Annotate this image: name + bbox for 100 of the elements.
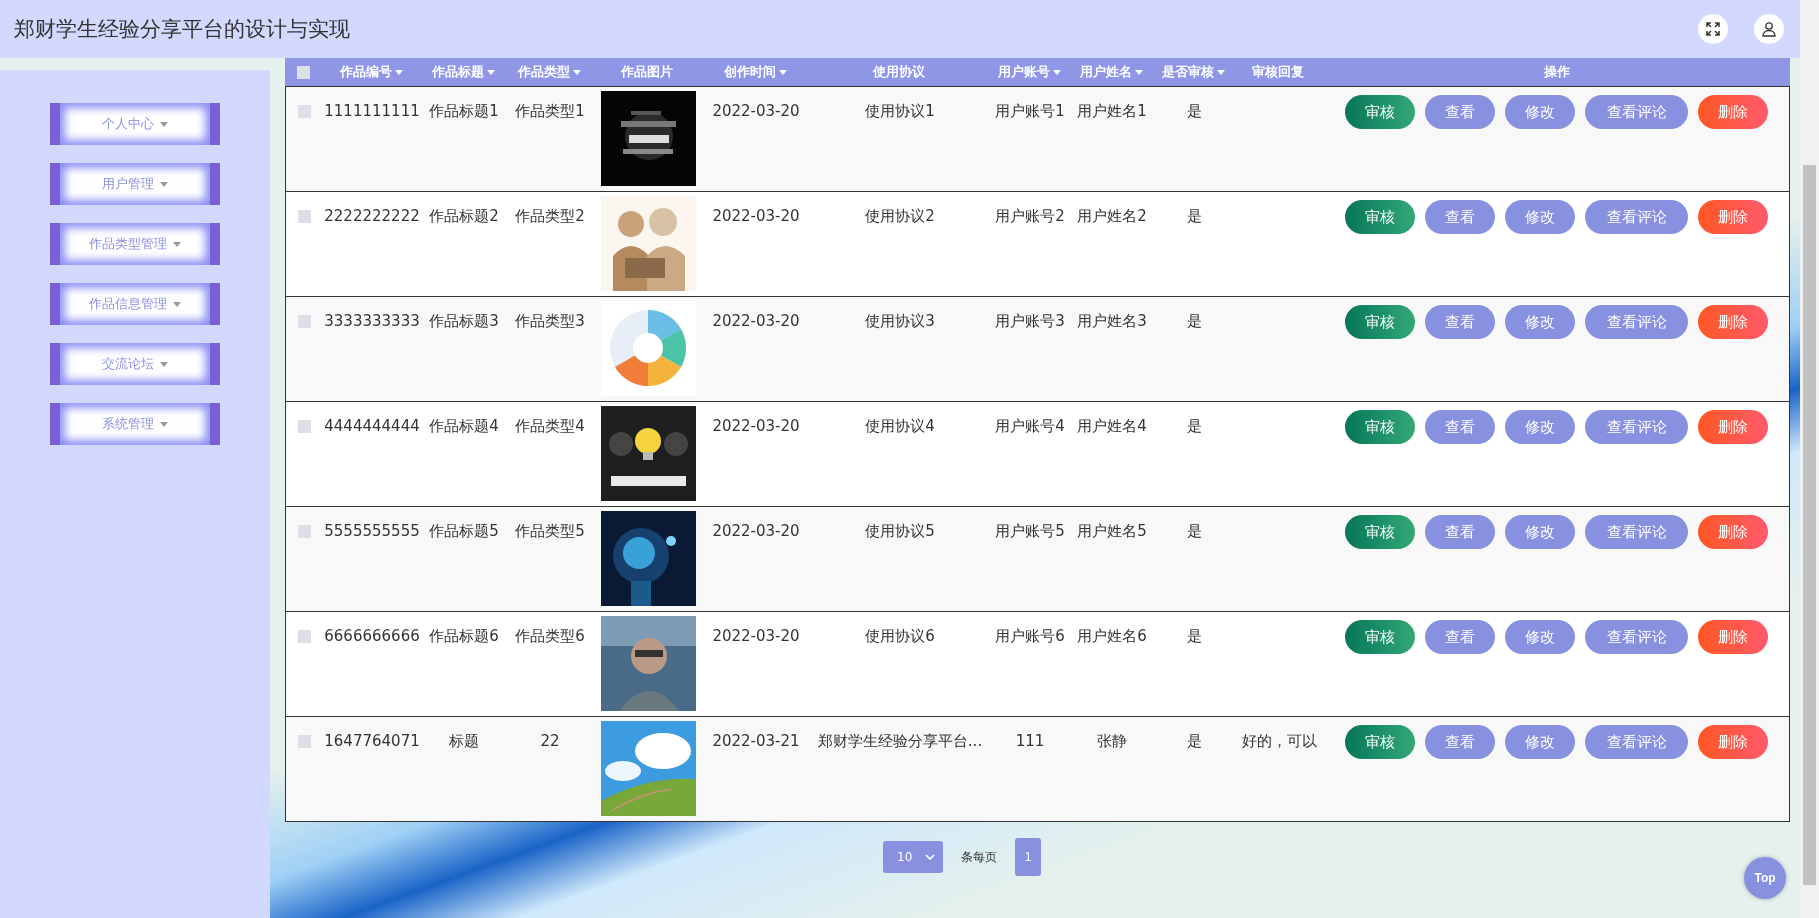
page-button[interactable]: 1 — [1015, 838, 1041, 876]
column-header: 操作 — [1542, 63, 1571, 81]
review-button[interactable]: 审核 — [1345, 305, 1415, 339]
table-cell-text: 2022-03-20 — [711, 521, 801, 542]
row-checkbox[interactable] — [297, 525, 311, 538]
delete-button[interactable]: 删除 — [1698, 620, 1768, 654]
sidebar-menu-item[interactable]: 用户管理 — [50, 163, 220, 205]
table-cell-text: 2022-03-20 — [711, 206, 801, 227]
table-cell-text: 2022-03-20 — [711, 416, 801, 437]
action-button[interactable]: 查看评论 — [1585, 200, 1688, 234]
caret-icon — [160, 361, 168, 367]
action-button[interactable]: 查看 — [1425, 410, 1495, 444]
table-cell-text: 作品类型2 — [514, 206, 586, 227]
scrollbar[interactable] — [1800, 0, 1819, 918]
review-button[interactable]: 审核 — [1345, 200, 1415, 234]
row-checkbox[interactable] — [297, 420, 311, 433]
action-button[interactable]: 查看评论 — [1585, 620, 1688, 654]
column-header: 作品图片 — [619, 63, 674, 81]
select-all-checkbox[interactable] — [296, 65, 310, 79]
table-cell-text: 是 — [1185, 416, 1203, 437]
review-button[interactable]: 审核 — [1345, 515, 1415, 549]
fullscreen-icon[interactable] — [1698, 14, 1728, 44]
sidebar-menu-item[interactable]: 作品类型管理 — [50, 223, 220, 265]
action-button[interactable]: 查看评论 — [1585, 305, 1688, 339]
column-header[interactable]: 作品类型 — [505, 63, 593, 81]
column-header[interactable]: 用户账号 — [989, 63, 1069, 81]
table-cell-text: 使用协议2 — [864, 206, 936, 227]
action-button[interactable]: 查看评论 — [1585, 410, 1688, 444]
column-header[interactable]: 创作时间 — [701, 63, 809, 81]
user-icon[interactable] — [1754, 14, 1784, 44]
column-header[interactable]: 作品编号 — [321, 63, 421, 81]
table-cell-text: 用户姓名6 — [1076, 626, 1148, 647]
review-button[interactable]: 审核 — [1345, 620, 1415, 654]
action-button[interactable]: 修改 — [1505, 200, 1575, 234]
row-checkbox[interactable] — [297, 105, 311, 118]
column-header[interactable]: 用户姓名 — [1069, 63, 1153, 81]
table-cell-text: 作品标题6 — [428, 626, 500, 647]
table-cell-text: 使用协议4 — [864, 416, 936, 437]
action-button[interactable]: 修改 — [1505, 725, 1575, 759]
action-button[interactable]: 查看评论 — [1585, 95, 1688, 129]
row-checkbox[interactable] — [297, 630, 311, 643]
caret-icon — [173, 241, 181, 247]
action-button[interactable]: 修改 — [1505, 410, 1575, 444]
chevron-down-icon — [925, 854, 935, 860]
delete-button[interactable]: 删除 — [1698, 305, 1768, 339]
row-checkbox[interactable] — [297, 735, 311, 748]
table-cell-text: 是 — [1185, 311, 1203, 332]
action-button[interactable]: 修改 — [1505, 620, 1575, 654]
action-button[interactable]: 查看 — [1425, 95, 1495, 129]
table-cell-text: 是 — [1185, 101, 1203, 122]
caret-icon — [173, 301, 181, 307]
sidebar-menu-item[interactable]: 系统管理 — [50, 403, 220, 445]
sidebar-menu-item[interactable]: 交流论坛 — [50, 343, 220, 385]
action-button[interactable]: 查看评论 — [1585, 725, 1688, 759]
review-button[interactable]: 审核 — [1345, 95, 1415, 129]
table-cell-text: 是 — [1185, 731, 1203, 752]
action-button[interactable]: 修改 — [1505, 95, 1575, 129]
action-button[interactable]: 查看 — [1425, 305, 1495, 339]
table-cell-text: 作品标题1 — [428, 101, 500, 122]
table-cell-text: 4444444444 — [323, 416, 421, 437]
action-button[interactable]: 查看 — [1425, 620, 1495, 654]
action-button[interactable]: 查看 — [1425, 200, 1495, 234]
table-cell-text: 用户账号3 — [994, 311, 1066, 332]
action-button[interactable]: 查看 — [1425, 725, 1495, 759]
delete-button[interactable]: 删除 — [1698, 725, 1768, 759]
table-cell-text: 1647764071 — [323, 731, 421, 752]
page-size-select[interactable]: 10 — [883, 841, 943, 873]
action-button[interactable]: 查看评论 — [1585, 515, 1688, 549]
action-button[interactable]: 修改 — [1505, 515, 1575, 549]
table-cell-text: 作品类型6 — [514, 626, 586, 647]
action-button[interactable]: 修改 — [1505, 305, 1575, 339]
review-button[interactable]: 审核 — [1345, 725, 1415, 759]
delete-button[interactable]: 删除 — [1698, 95, 1768, 129]
delete-button[interactable]: 删除 — [1698, 200, 1768, 234]
caret-icon — [160, 181, 168, 187]
caret-icon — [160, 421, 168, 427]
sidebar-menu-item[interactable]: 作品信息管理 — [50, 283, 220, 325]
table-cell-text: 2022-03-20 — [711, 311, 801, 332]
table-cell-text: 作品标题2 — [428, 206, 500, 227]
delete-button[interactable]: 删除 — [1698, 410, 1768, 444]
table-cell-text: 作品标题4 — [428, 416, 500, 437]
table-cell-text: 用户姓名4 — [1076, 416, 1148, 437]
column-header[interactable]: 是否审核 — [1153, 63, 1233, 81]
column-header[interactable]: 作品标题 — [421, 63, 505, 81]
delete-button[interactable]: 删除 — [1698, 515, 1768, 549]
table-cell-text: 作品标题3 — [428, 311, 500, 332]
back-to-top-button[interactable]: Top — [1744, 857, 1786, 899]
row-checkbox[interactable] — [297, 210, 311, 223]
table-cell-text: 22 — [539, 731, 561, 752]
table-cell-text: 是 — [1185, 626, 1203, 647]
table-cell-text: 用户姓名3 — [1076, 311, 1148, 332]
table-cell-text: 郑财学生经验分享平台... — [816, 731, 984, 752]
row-checkbox[interactable] — [297, 315, 311, 328]
sidebar-menu-item[interactable]: 个人中心 — [50, 103, 220, 145]
table-cell-text: 用户账号5 — [994, 521, 1066, 542]
review-button[interactable]: 审核 — [1345, 410, 1415, 444]
table-cell-text: 111 — [1014, 731, 1046, 752]
table-cell-text: 是 — [1185, 206, 1203, 227]
action-button[interactable]: 查看 — [1425, 515, 1495, 549]
table-cell-text: 用户账号4 — [994, 416, 1066, 437]
